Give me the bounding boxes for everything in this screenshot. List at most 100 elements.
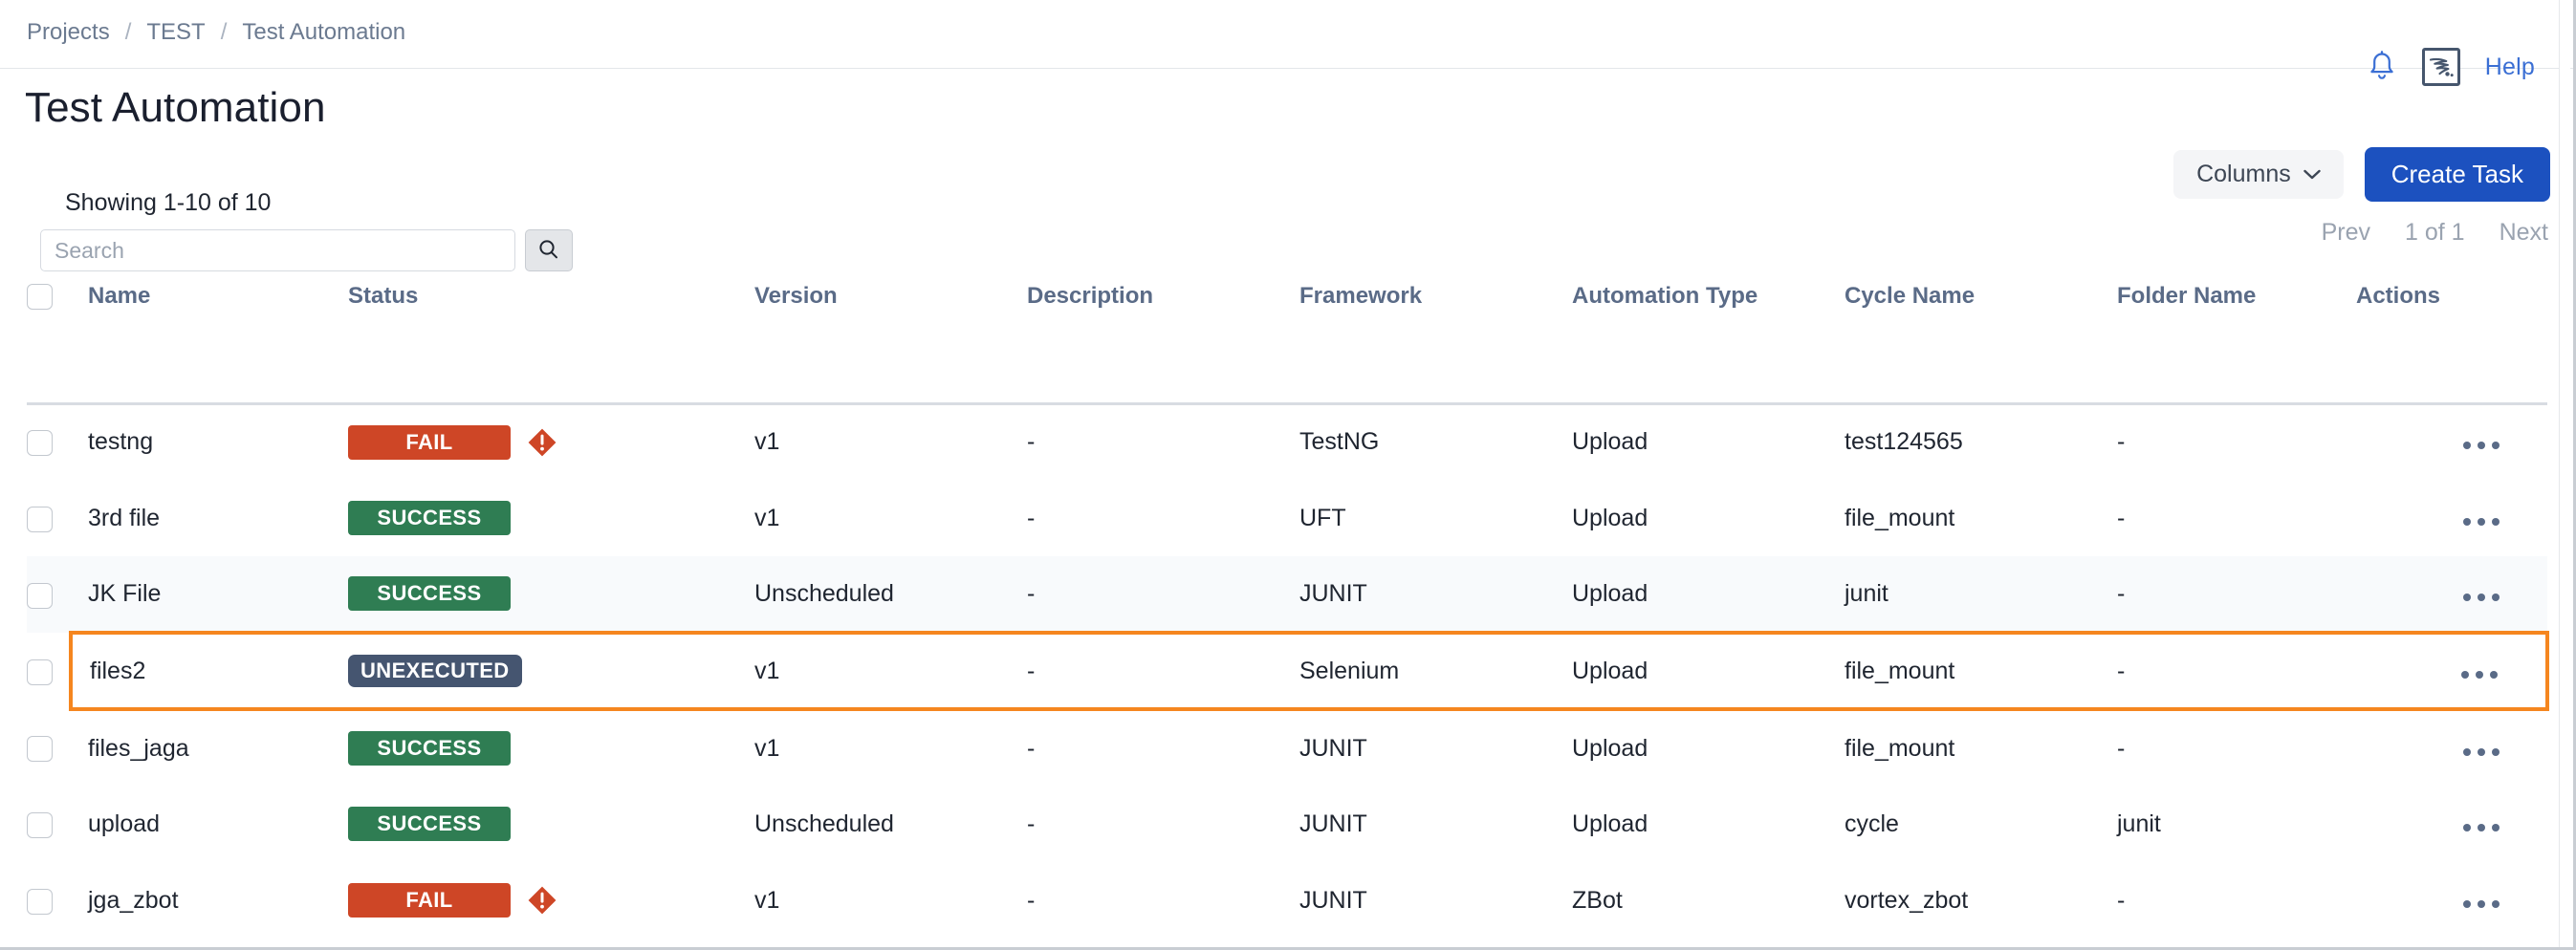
cell-actions [2356,556,2547,633]
help-link[interactable]: Help [2485,54,2535,81]
search-input[interactable] [40,229,515,271]
row-checkbox[interactable] [27,430,53,456]
cell-automation-type: Upload [1572,633,1845,709]
table-row[interactable]: 3rd fileSUCCESSv1-UFTUploadfile_mount- [27,480,2547,556]
cell-description: - [1027,403,1299,480]
ellipsis-icon[interactable] [2463,748,2500,756]
cell-status: UNEXECUTED [348,633,754,709]
table-header-row: Name Status Version Description Framewor… [27,283,2547,327]
results-count: Showing 1-10 of 10 [65,189,271,217]
row-checkbox[interactable] [27,507,53,532]
app-window: Projects / TEST / Test Automation [0,0,2576,950]
row-checkbox[interactable] [27,659,53,685]
error-warning-icon[interactable] [527,885,557,916]
cell-version: v1 [754,480,1027,556]
cell-framework: JUNIT [1299,556,1572,633]
cell-actions [2356,786,2547,862]
cell-description: - [1027,786,1299,862]
error-warning-icon[interactable] [527,427,557,458]
column-header-name[interactable]: Name [71,283,348,327]
breadcrumb-item-test[interactable]: TEST [146,19,205,46]
app-logo-icon[interactable] [2422,48,2460,86]
pagination-prev[interactable]: Prev [2322,219,2370,247]
column-header-version[interactable]: Version [754,283,1027,327]
column-header-automation-type[interactable]: Automation Type [1572,283,1845,327]
breadcrumb-item-current: Test Automation [242,19,405,46]
row-select-cell [27,709,71,786]
select-all-checkbox[interactable] [27,284,53,310]
column-header-folder-name[interactable]: Folder Name [2117,283,2356,327]
ellipsis-icon[interactable] [2463,824,2500,831]
status-badge: FAIL [348,425,511,460]
cell-automation-type: Upload [1572,556,1845,633]
cell-actions [2356,403,2547,480]
status-wrapper: SUCCESS [348,807,754,841]
cell-folder-name: - [2117,862,2356,939]
bell-icon[interactable] [2367,51,2397,83]
cell-description: - [1027,709,1299,786]
ellipsis-icon[interactable] [2463,900,2500,908]
cell-cycle-name: junit [1845,556,2117,633]
row-checkbox[interactable] [27,812,53,838]
cell-description: - [1027,862,1299,939]
row-select-cell [27,480,71,556]
toolbar: Columns Create Task Prev 1 of 1 Next [2173,147,2550,247]
status-wrapper: SUCCESS [348,501,754,535]
table-row[interactable]: files2UNEXECUTEDv1-SeleniumUploadfile_mo… [27,633,2547,709]
pagination-page-indicator: 1 of 1 [2405,219,2465,247]
row-checkbox[interactable] [27,736,53,762]
cell-folder-name: junit [2117,786,2356,862]
status-badge: SUCCESS [348,731,511,766]
cell-version: Unscheduled [754,556,1027,633]
cell-version: v1 [754,633,1027,709]
table-row[interactable]: testngFAILv1-TestNGUploadtest124565- [27,403,2547,480]
ellipsis-icon[interactable] [2463,442,2500,449]
tasks-table: Name Status Version Description Framewor… [27,283,2549,939]
toolbar-buttons: Columns Create Task [2173,147,2550,202]
vertical-scrollbar[interactable] [2559,0,2570,950]
table-row[interactable]: JK FileSUCCESSUnscheduled-JUNITUploadjun… [27,556,2547,633]
ellipsis-icon[interactable] [2463,518,2500,526]
table-header-divider [27,327,2547,403]
cell-name: files_jaga [71,709,348,786]
cell-name: JK File [71,556,348,633]
cell-cycle-name: cycle [1845,786,2117,862]
status-wrapper: UNEXECUTED [348,655,754,687]
table-row[interactable]: uploadSUCCESSUnscheduled-JUNITUploadcycl… [27,786,2547,862]
pagination: Prev 1 of 1 Next [2322,219,2550,247]
breadcrumb-item-projects[interactable]: Projects [27,19,110,46]
cell-status: SUCCESS [348,786,754,862]
cell-framework: JUNIT [1299,862,1572,939]
cell-automation-type: Upload [1572,480,1845,556]
pagination-next[interactable]: Next [2500,219,2548,247]
table-row[interactable]: files_jagaSUCCESSv1-JUNITUploadfile_moun… [27,709,2547,786]
ellipsis-icon[interactable] [2461,671,2498,679]
row-select-cell [27,786,71,862]
table-row[interactable]: jga_zbotFAILv1-JUNITZBotvortex_zbot- [27,862,2547,939]
cell-actions [2356,480,2547,556]
ellipsis-icon[interactable] [2463,594,2500,601]
create-task-button[interactable]: Create Task [2365,147,2550,202]
cell-status: FAIL [348,403,754,480]
status-wrapper: SUCCESS [348,731,754,766]
column-header-cycle-name[interactable]: Cycle Name [1845,283,2117,327]
cell-automation-type: Upload [1572,709,1845,786]
column-header-description[interactable]: Description [1027,283,1299,327]
columns-button[interactable]: Columns [2173,150,2344,199]
column-header-framework[interactable]: Framework [1299,283,1572,327]
search-button[interactable] [525,229,573,271]
chevron-down-icon [2303,169,2321,180]
cell-folder-name: - [2117,480,2356,556]
cell-folder-name: - [2117,556,2356,633]
cell-folder-name: - [2117,403,2356,480]
row-checkbox[interactable] [27,889,53,915]
row-select-cell [27,556,71,633]
row-checkbox[interactable] [27,583,53,609]
table-head: Name Status Version Description Framewor… [27,283,2547,403]
cell-actions [2356,709,2547,786]
columns-button-label: Columns [2196,161,2291,188]
cell-description: - [1027,556,1299,633]
column-header-status[interactable]: Status [348,283,754,327]
cell-name: 3rd file [71,480,348,556]
table-body: testngFAILv1-TestNGUploadtest124565-3rd … [27,403,2547,939]
